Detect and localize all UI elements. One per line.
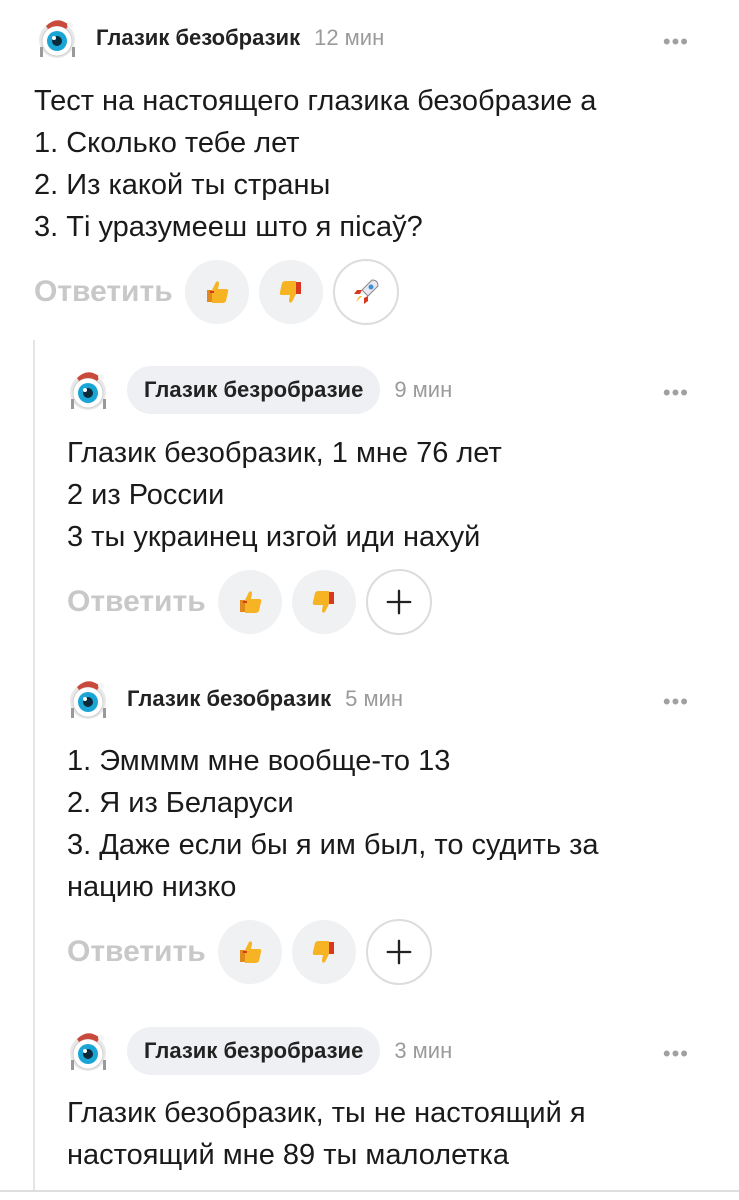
thread-line — [33, 340, 35, 1190]
more-options-icon[interactable]: ••• — [663, 691, 689, 713]
author-name[interactable]: Глазик безобразик — [96, 25, 300, 51]
comment-line: 1. Сколько тебе лет — [34, 127, 300, 159]
comment-text: Тест на настоящего глазика безобразие а … — [34, 80, 596, 248]
comment-time: 3 мин — [394, 1038, 453, 1063]
dislike-button[interactable] — [291, 570, 356, 634]
comment-line: 3 ты украинец изгой иди нахуй — [67, 521, 481, 553]
author-name[interactable]: Глазик безробразие — [127, 366, 381, 414]
thumbs-down-icon — [308, 586, 340, 618]
author-name[interactable]: Глазик безробразие — [127, 1027, 381, 1075]
comment-line: Глазик безобразик, ты не настоящий я — [67, 1097, 586, 1129]
thumbs-up-icon — [234, 586, 266, 618]
add-reaction-button[interactable] — [365, 919, 432, 985]
avatar[interactable] — [67, 678, 109, 720]
comment-actions: Ответить — [67, 919, 442, 985]
comment-header: Глазик безобразик 5 мин — [67, 669, 403, 729]
comment-line: нацию низко — [67, 871, 237, 903]
comment-text: Глазик безобразик, ты не настоящий я нас… — [67, 1092, 586, 1176]
reply-button[interactable]: Ответить — [67, 585, 206, 619]
like-button[interactable] — [217, 570, 282, 634]
comment-text: Глазик безобразик, 1 мне 76 лет 2 из Рос… — [67, 432, 502, 558]
comment-line: настоящий мне 89 ты малолетка — [67, 1139, 510, 1171]
comment-time: 12 мин — [314, 25, 385, 50]
avatar[interactable] — [36, 17, 78, 59]
comment-line: Глазик безобразик, 1 мне 76 лет — [67, 437, 502, 469]
avatar[interactable] — [67, 1030, 109, 1072]
divider — [0, 1190, 739, 1192]
comment-header: Глазик безробразие 3 мин — [67, 1021, 452, 1081]
comment-time: 9 мин — [394, 377, 453, 402]
comment-line: 1. Эмммм мне вообще-то 13 — [67, 745, 451, 777]
comment-time: 5 мин — [345, 686, 404, 711]
like-button[interactable] — [184, 260, 249, 324]
rocket-reaction-button[interactable] — [332, 259, 399, 325]
comment-actions: Ответить — [67, 569, 442, 635]
more-options-icon[interactable]: ••• — [663, 382, 689, 404]
rocket-icon — [350, 276, 382, 308]
comment-line: Тест на настоящего глазика безобразие а — [34, 85, 597, 117]
more-options-icon[interactable]: ••• — [663, 31, 689, 53]
add-reaction-button[interactable] — [365, 569, 432, 635]
comment-line: 2. Я из Беларуси — [67, 787, 294, 819]
comment-line: 2 из России — [67, 479, 225, 511]
comment-text: 1. Эмммм мне вообще-то 13 2. Я из Белару… — [67, 740, 599, 908]
comment-line: 3. Даже если бы я им был, то судить за — [67, 829, 599, 861]
thumbs-up-icon — [234, 936, 266, 968]
comment-line: 3. Ті уразумееш што я пісаў? — [34, 211, 423, 243]
dislike-button[interactable] — [258, 260, 323, 324]
reply-button[interactable]: Ответить — [67, 935, 206, 969]
dislike-button[interactable] — [291, 920, 356, 984]
comment-header: Глазик безробразие 9 мин — [67, 360, 452, 420]
plus-icon — [384, 587, 414, 617]
plus-icon — [384, 937, 414, 967]
thumbs-down-icon — [275, 276, 307, 308]
reply-button[interactable]: Ответить — [34, 275, 173, 309]
author-name[interactable]: Глазик безобразик — [127, 686, 331, 712]
comment-header: Глазик безобразик 12 мин — [36, 8, 384, 68]
comment-actions: Ответить — [34, 259, 409, 325]
thumbs-down-icon — [308, 936, 340, 968]
more-options-icon[interactable]: ••• — [663, 1043, 689, 1065]
thumbs-up-icon — [201, 276, 233, 308]
like-button[interactable] — [217, 920, 282, 984]
avatar[interactable] — [67, 369, 109, 411]
comment-line: 2. Из какой ты страны — [34, 169, 331, 201]
